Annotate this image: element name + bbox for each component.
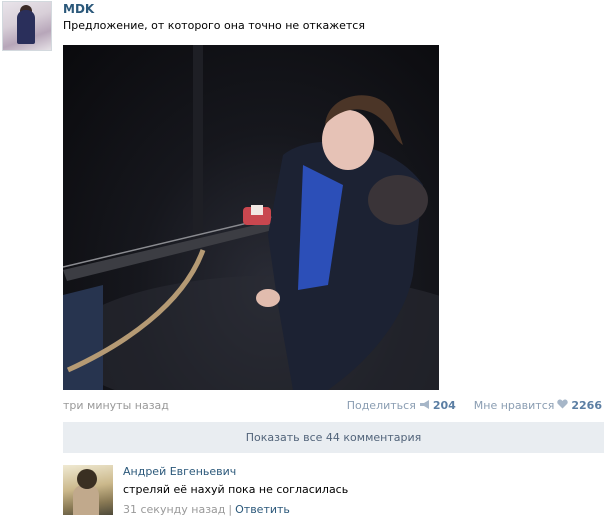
comment-avatar-head bbox=[77, 469, 97, 489]
comment-meta: 31 секунду назад | Ответить bbox=[123, 503, 290, 516]
reply-link[interactable]: Ответить bbox=[235, 503, 290, 516]
photo-girl-hands bbox=[256, 289, 280, 307]
show-all-comments-button[interactable]: Показать все 44 комментария bbox=[63, 422, 604, 453]
post-text: Предложение, от которого она точно не от… bbox=[63, 19, 365, 32]
comment-meta-separator: | bbox=[228, 503, 233, 516]
comment-timestamp[interactable]: 31 секунду назад bbox=[123, 503, 225, 516]
comment-avatar-body bbox=[73, 485, 99, 515]
photo-fur-collar bbox=[368, 175, 428, 225]
like-label: Мне нравится bbox=[473, 399, 555, 412]
author-avatar[interactable] bbox=[2, 1, 52, 51]
comment-text: стреляй её нахуй пока не согласилась bbox=[123, 483, 349, 496]
like-button[interactable]: Мне нравится 2266 bbox=[474, 399, 602, 412]
photo-ring bbox=[251, 205, 263, 215]
share-count: 204 bbox=[432, 399, 456, 412]
comment-author-avatar[interactable] bbox=[63, 465, 113, 515]
post-photo[interactable] bbox=[63, 45, 439, 390]
post-author-link[interactable]: MDK bbox=[63, 2, 94, 16]
share-button[interactable]: Поделиться 204 bbox=[347, 399, 456, 412]
avatar-figure-body bbox=[17, 10, 35, 44]
photo-illustration bbox=[63, 45, 439, 390]
like-count: 2266 bbox=[571, 399, 602, 412]
heart-icon bbox=[557, 399, 569, 412]
post-actions: Поделиться 204 Мне нравится 2266 bbox=[347, 399, 602, 412]
photo-left-person bbox=[63, 285, 103, 390]
share-label: Поделиться bbox=[346, 399, 416, 412]
photo-pole bbox=[193, 45, 203, 245]
post-timestamp[interactable]: три минуты назад bbox=[63, 399, 169, 412]
comment-author-link[interactable]: Андрей Евгеньевич bbox=[123, 465, 236, 478]
megaphone-icon bbox=[419, 399, 430, 412]
